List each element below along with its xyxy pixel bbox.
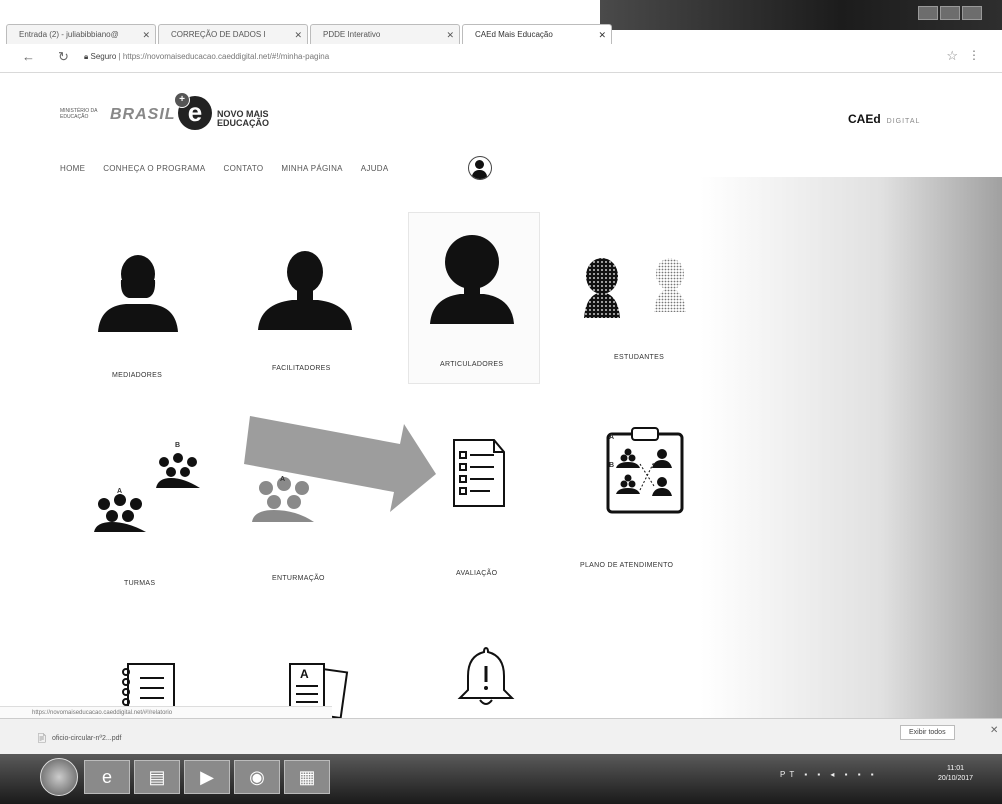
articulator-person-icon [430, 235, 514, 324]
group-b-icon [156, 453, 200, 488]
clock-time: 11:01 [947, 765, 965, 772]
show-all-downloads-button[interactable]: Exibir todos [900, 725, 955, 740]
browser-tabstrip: Entrada (2) - juliabibbiano@ ✕ CORREÇÃO … [0, 0, 1002, 44]
nav-item-contact[interactable]: CONTATO [224, 164, 264, 173]
nav-item-my-page[interactable]: MINHA PÁGINA [281, 164, 342, 173]
enrollment-arrow-icon [244, 416, 436, 522]
caed-logo[interactable]: CAEd DIGITAL [848, 112, 920, 126]
turmas-group-a-label: A [117, 488, 123, 495]
tray-icons[interactable]: ▪ ▪ ◂ ▪ ▪ ▪ [804, 770, 877, 779]
tile-label-avaliacao[interactable]: AVALIAÇÃO [456, 570, 497, 577]
nav-item-program[interactable]: CONHEÇA O PROGRAMA [103, 164, 205, 173]
url-field[interactable]: 🔒︎ Seguro | https://novomaiseducacao.cae… [84, 52, 329, 62]
bell-alert-icon [457, 646, 515, 705]
system-tray: PT ▪ ▪ ◂ ▪ ▪ ▪ [780, 770, 878, 779]
clipboard-plan-icon [606, 427, 684, 514]
enturmacao-group-a-label: A [280, 476, 286, 483]
tab-correcao[interactable]: CORREÇÃO DE DADOS I ✕ [158, 24, 308, 44]
plano-group-a-label: A [609, 434, 615, 441]
students-icon [584, 258, 686, 318]
tile-facilitadores[interactable] [256, 250, 354, 330]
tile-label-mediadores[interactable]: MEDIADORES [112, 372, 162, 379]
tile-estudantes[interactable] [580, 256, 700, 318]
window-controls [918, 6, 982, 20]
program-logo-text[interactable]: NOVO MAIS EDUCAÇÃO [217, 110, 269, 128]
pdf-file-icon: 📄︎ [36, 733, 48, 743]
tile-label-facilitadores[interactable]: FACILITADORES [272, 365, 331, 372]
tile-label-turmas[interactable]: TURMAS [124, 580, 155, 587]
tile-plano-atendimento[interactable] [604, 426, 686, 514]
tab-gmail[interactable]: Entrada (2) - juliabibbiano@ ✕ [6, 24, 156, 44]
tile-alerts[interactable] [456, 644, 516, 708]
start-button[interactable] [40, 758, 78, 796]
main-nav: HOME CONHEÇA O PROGRAMA CONTATO MINHA PÁ… [60, 164, 389, 173]
address-bar: ← ↻ 🔒︎ Seguro | https://novomaiseducacao… [0, 44, 1002, 73]
maximize-button[interactable] [940, 6, 960, 20]
minimize-button[interactable] [918, 6, 938, 20]
mediator-person-icon [98, 255, 178, 332]
close-window-button[interactable] [962, 6, 982, 20]
secure-label: Seguro [90, 52, 117, 61]
program-logo-icon[interactable]: e + [174, 92, 212, 130]
nav-item-help[interactable]: AJUDA [361, 164, 389, 173]
page-content: MINISTÉRIO DA EDUCAÇÃO BRASIL e + NOVO MA… [0, 72, 1002, 732]
tile-articuladores[interactable] [428, 234, 516, 324]
close-icon[interactable]: ✕ [446, 25, 454, 44]
url-text: https://novomaiseducacao.caeddigital.net… [122, 52, 330, 61]
menu-icon[interactable]: ⋮ [968, 48, 980, 62]
tile-enturmacao[interactable] [240, 402, 450, 552]
download-item[interactable]: oficio-circular-nº2...pdf [52, 735, 121, 742]
tile-label-enturmacao[interactable]: ENTURMAÇÃO [272, 575, 325, 582]
turmas-group-b-label: B [175, 442, 181, 449]
checklist-icon [453, 439, 505, 507]
document-app-icon[interactable]: ▦ [284, 760, 330, 794]
tab-caed[interactable]: CAEd Mais Educação ✕ [462, 24, 612, 44]
tile-mediadores[interactable] [96, 252, 180, 332]
chrome-icon[interactable]: ◉ [234, 760, 280, 794]
clock-date: 20/10/2017 [938, 775, 974, 782]
tab-label: Entrada (2) - juliabibbiano@ [19, 30, 119, 39]
user-avatar-icon[interactable] [468, 156, 492, 180]
facilitator-person-icon [258, 251, 352, 330]
tile-label-articuladores[interactable]: ARTICULADORES [440, 361, 503, 368]
reload-icon[interactable]: ↻ [58, 49, 69, 65]
tile-turmas[interactable] [90, 432, 220, 542]
folder-icon[interactable]: ▤ [134, 760, 180, 794]
tab-label: CAEd Mais Educação [475, 30, 553, 39]
tile-avaliacao[interactable] [450, 438, 508, 508]
close-icon[interactable]: ✕ [142, 25, 150, 44]
tab-label: PDDE Interativo [323, 30, 381, 39]
enrolled-group-icon [252, 477, 314, 522]
back-arrow-icon[interactable]: ← [22, 49, 35, 64]
language-indicator[interactable]: PT [780, 770, 798, 779]
close-icon[interactable]: ✕ [598, 25, 606, 44]
brasil-logo: BRASIL [110, 106, 176, 123]
class-groups-icon [94, 453, 200, 532]
tile-label-estudantes[interactable]: ESTUDANTES [614, 354, 664, 361]
windows-taskbar: e ▤ ▶ ◉ ▦ PT ▪ ▪ ◂ ▪ ▪ ▪ 11:01 20/10/201… [0, 754, 1002, 804]
glare-overlay [700, 177, 1002, 732]
tab-label: CORREÇÃO DE DADOS I [171, 30, 266, 39]
system-clock[interactable]: 11:01 20/10/2017 [938, 764, 973, 784]
nav-item-home[interactable]: HOME [60, 164, 85, 173]
tab-pdde[interactable]: PDDE Interativo ✕ [310, 24, 460, 44]
download-bar: 📄︎ oficio-circular-nº2...pdf Exibir todo… [0, 718, 1002, 755]
internet-explorer-icon[interactable]: e [84, 760, 130, 794]
group-a-icon [94, 494, 146, 532]
svg-text:A: A [300, 667, 309, 681]
plano-group-b-label: B [609, 462, 615, 469]
tile-label-plano-atendimento[interactable]: PLANO DE ATENDIMENTO [580, 562, 673, 569]
close-icon[interactable]: ✕ [990, 725, 998, 736]
close-icon[interactable]: ✕ [294, 25, 302, 44]
media-player-icon[interactable]: ▶ [184, 760, 230, 794]
bookmark-star-icon[interactable]: ☆ [946, 48, 958, 64]
ministry-logo: MINISTÉRIO DA EDUCAÇÃO [60, 108, 98, 120]
